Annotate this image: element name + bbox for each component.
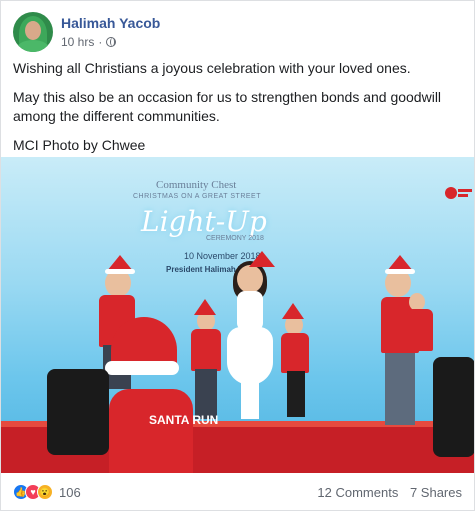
globe-icon xyxy=(106,37,117,47)
banner-title: Community Chest xyxy=(156,179,237,191)
post-paragraph: Wishing all Christians a joyous celebrat… xyxy=(13,60,411,76)
avatar[interactable] xyxy=(13,12,53,52)
facebook-post: Halimah Yacob 10 hrs · Wishing all Chris… xyxy=(0,0,475,511)
engagement-counts: 12 Comments 7 Shares xyxy=(309,485,462,500)
post-header: Halimah Yacob 10 hrs · xyxy=(13,11,160,53)
post-paragraph: May this also be an occasion for us to s… xyxy=(13,89,442,124)
shares-count[interactable]: 7 Shares xyxy=(410,485,462,500)
wow-icon: 😮 xyxy=(37,484,53,500)
post-photo[interactable]: Community Chest CHRISTMAS ON A GREAT STR… xyxy=(1,157,474,473)
banner-script-title: Light-Up xyxy=(141,205,267,238)
foreground-child xyxy=(109,389,193,473)
comments-count[interactable]: 12 Comments xyxy=(317,485,398,500)
stage-light xyxy=(433,357,474,457)
post-text: Wishing all Christians a joyous celebrat… xyxy=(13,59,463,155)
post-footer: 👍 ♥ 😮 106 12 Comments 7 Shares xyxy=(1,473,474,511)
community-chest-logo xyxy=(445,187,472,199)
reaction-count: 106 xyxy=(59,484,81,500)
banner-ceremony: CEREMONY 2018 xyxy=(206,235,264,242)
reactions-summary[interactable]: 👍 ♥ 😮 106 xyxy=(13,484,81,500)
post-timestamp-row: 10 hrs · xyxy=(61,34,160,50)
banner-subtitle: CHRISTMAS ON A GREAT STREET xyxy=(133,193,261,200)
post-time[interactable]: 10 hrs xyxy=(61,34,94,50)
post-paragraph: MCI Photo by Chwee xyxy=(13,137,146,153)
shirt-text: SANTA RUN xyxy=(149,413,219,427)
stage-light xyxy=(47,369,109,455)
author-name[interactable]: Halimah Yacob xyxy=(61,14,160,32)
girl-performer xyxy=(237,265,263,293)
